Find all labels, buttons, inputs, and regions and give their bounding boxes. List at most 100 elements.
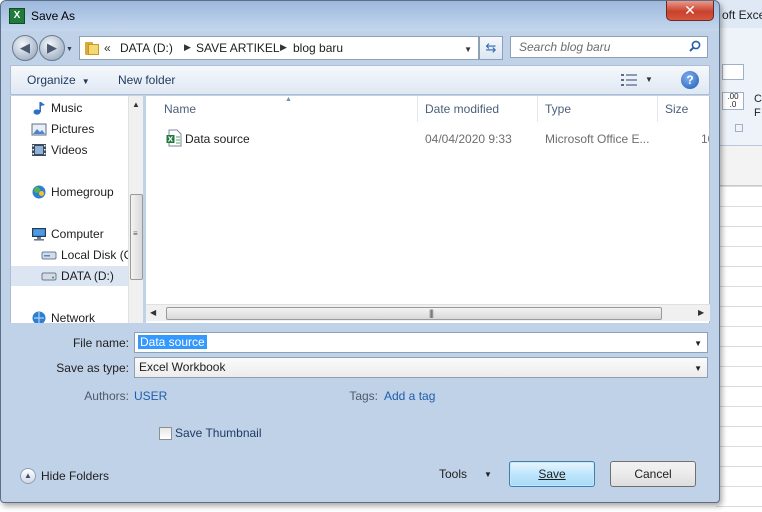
pictures-icon — [31, 123, 47, 136]
column-header-date-modified[interactable]: Date modified — [418, 96, 538, 122]
column-header-type[interactable]: Type — [538, 96, 658, 122]
chevron-down-icon[interactable]: ▼ — [694, 339, 702, 348]
grip-icon: ≡ — [133, 229, 138, 238]
file-date-modified: 04/04/2020 9:33 — [425, 132, 512, 146]
nav-item-data-drive[interactable]: DATA (D:) — [11, 266, 129, 286]
nav-item-videos[interactable]: Videos — [11, 140, 129, 160]
file-list: ▲ Name Date modified Type Size X Data so… — [146, 96, 710, 323]
navigation-scroll-thumb[interactable]: ≡ — [130, 194, 143, 280]
homegroup-icon — [32, 185, 46, 199]
cancel-button[interactable]: Cancel — [610, 461, 696, 487]
dialog-titlebar[interactable]: X Save As ✕ — [1, 1, 719, 31]
breadcrumb-separator-icon[interactable]: ▶ — [184, 42, 191, 53]
nav-item-label: Videos — [51, 143, 88, 157]
nav-item-label: Music — [51, 101, 83, 115]
column-header-name[interactable]: Name — [146, 96, 418, 122]
horizontal-scroll-thumb[interactable]: ||| — [166, 307, 662, 320]
background-spreadsheet-grid — [716, 186, 762, 512]
save-thumbnail-label[interactable]: Save Thumbnail — [175, 426, 262, 440]
background-formula-area — [716, 146, 762, 186]
background-ribbon-letters: C F — [754, 93, 762, 119]
breadcrumb-blog-baru[interactable]: blog baru — [293, 41, 343, 55]
authors-label: Authors: — [84, 389, 129, 403]
save-thumbnail-checkbox[interactable] — [159, 427, 172, 440]
hide-folders-button[interactable]: Hide Folders — [41, 469, 109, 483]
forward-button[interactable]: ▶ — [39, 35, 65, 61]
file-row[interactable]: X Data source 04/04/2020 9:33 Microsoft … — [146, 128, 709, 150]
close-button[interactable]: ✕ — [666, 1, 714, 21]
search-input[interactable]: Search blog baru — [510, 36, 708, 58]
network-icon — [32, 311, 46, 323]
scroll-up-icon[interactable]: ▲ — [132, 100, 140, 109]
address-dropdown-icon[interactable]: ▼ — [464, 45, 472, 54]
save-as-dialog: X Save As ✕ ◀ ▶ ▼ « DATA (D:) ▶ SAVE ART… — [0, 0, 720, 503]
navigation-pane: Music Pictures Videos Homegroup Computer… — [10, 96, 143, 323]
scroll-right-icon[interactable]: ▶ — [698, 308, 704, 317]
chevron-down-icon[interactable]: ▼ — [484, 470, 492, 479]
computer-icon — [32, 228, 46, 241]
breadcrumb-save-artikel[interactable]: SAVE ARTIKEL — [196, 41, 280, 55]
scroll-left-icon[interactable]: ◀ — [150, 308, 156, 317]
nav-item-music[interactable]: Music — [11, 98, 129, 118]
recent-locations-dropdown[interactable]: ▼ — [66, 46, 73, 53]
dialog-title: Save As — [31, 9, 76, 23]
drive-icon — [41, 251, 57, 260]
tools-button[interactable]: Tools — [439, 467, 467, 481]
file-name-input[interactable]: Data source ▼ — [134, 332, 708, 353]
navigation-pane-scrollbar[interactable]: ▲ ≡ — [128, 96, 143, 323]
authors-value[interactable]: USER — [134, 389, 167, 403]
view-options-icon[interactable] — [621, 74, 637, 86]
organize-label: Organize — [27, 73, 76, 87]
tags-label: Tags: — [349, 389, 378, 403]
hide-folders-icon[interactable]: ▲ — [20, 468, 36, 484]
nav-item-label: Network — [51, 311, 96, 323]
nav-item-homegroup[interactable]: Homegroup — [11, 182, 129, 202]
decrease-decimal-button: .00 .0 — [722, 92, 744, 110]
save-button-label: Save — [538, 467, 566, 481]
organize-button[interactable]: Organize ▼ — [27, 73, 90, 87]
music-icon — [33, 102, 45, 115]
videos-icon — [32, 144, 46, 156]
grip-icon: ||| — [429, 308, 434, 318]
file-size: 10 — [701, 132, 709, 146]
background-ribbon-button — [722, 64, 744, 80]
nav-item-network[interactable]: Network — [11, 308, 129, 323]
search-icon[interactable] — [689, 40, 701, 52]
nav-item-label: DATA (D:) — [61, 269, 114, 283]
view-options-dropdown[interactable]: ▼ — [645, 75, 653, 84]
nav-item-computer[interactable]: Computer — [11, 224, 129, 244]
file-name-value: Data source — [138, 335, 207, 349]
nav-item-label: Computer — [51, 227, 104, 241]
breadcrumb-data-drive[interactable]: DATA (D:) — [120, 41, 173, 55]
save-button[interactable]: Save — [509, 461, 595, 487]
breadcrumb-separator-icon[interactable]: ▶ — [280, 42, 287, 53]
save-as-type-value: Excel Workbook — [139, 360, 226, 374]
nav-item-pictures[interactable]: Pictures — [11, 119, 129, 139]
arrow-right-icon: ▶ — [47, 40, 57, 55]
tags-input[interactable]: Add a tag — [384, 389, 435, 403]
column-header-size[interactable]: Size — [658, 96, 709, 122]
arrow-left-icon: ◀ — [20, 40, 30, 55]
new-folder-button[interactable]: New folder — [118, 73, 175, 87]
save-as-type-select[interactable]: Excel Workbook ▼ — [134, 357, 708, 378]
excel-app-icon: X — [9, 8, 25, 24]
search-placeholder: Search blog baru — [519, 40, 611, 54]
file-list-horizontal-scrollbar[interactable]: ◀ ||| ▶ — [146, 304, 710, 321]
background-title: oft Excel — [722, 8, 762, 22]
chevron-down-icon[interactable]: ▼ — [694, 364, 702, 373]
file-name: Data source — [185, 132, 250, 146]
nav-item-local-disk[interactable]: Local Disk (C:) — [11, 245, 129, 265]
back-button[interactable]: ◀ — [12, 35, 38, 61]
refresh-button[interactable]: ⇆ — [479, 36, 503, 60]
command-toolbar: Organize ▼ New folder ▼ ? — [10, 65, 710, 95]
save-as-type-label: Save as type: — [56, 361, 129, 375]
nav-item-label: Homegroup — [51, 185, 114, 199]
help-button[interactable]: ? — [681, 71, 699, 89]
chevron-down-icon: ▼ — [81, 77, 90, 86]
address-bar[interactable]: « DATA (D:) ▶ SAVE ARTIKEL ▶ blog baru ▼ — [79, 36, 479, 60]
excel-file-icon: X — [166, 129, 182, 147]
address-overflow-chevron[interactable]: « — [104, 41, 111, 55]
svg-text:X: X — [168, 136, 174, 144]
nav-item-label: Local Disk (C:) — [61, 248, 129, 262]
file-type: Microsoft Office E... — [545, 132, 650, 146]
